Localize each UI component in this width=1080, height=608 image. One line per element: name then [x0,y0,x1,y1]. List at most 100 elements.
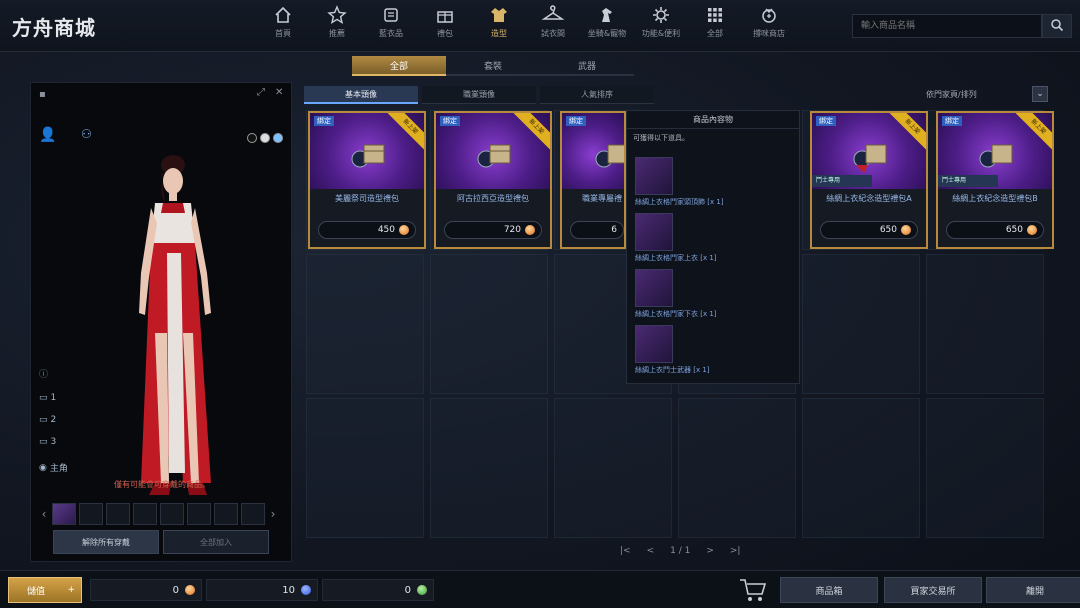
nav-label: 功能&便利 [641,29,681,38]
royal-crystal-icon [185,585,195,595]
background-color-options [247,133,283,143]
product-box-button[interactable]: 商品箱 [780,577,878,603]
first-page-button[interactable]: |< [620,546,631,556]
product-card[interactable]: 綁定 新上架 美麗祭司造型禮包 450 [308,111,426,249]
subtab-basic[interactable]: 基本頭像 [304,86,418,104]
tooltip-title: 商品內容物 [627,111,799,129]
content-item: 絲綢上衣格鬥家上衣 [x 1] [635,213,795,263]
nav-function[interactable]: 功能&便利 [634,4,688,46]
package-icon [853,144,887,173]
nav-mokoko-shop[interactable]: 撐咪商店 [742,4,796,46]
nav-items[interactable]: 藍衣品 [364,4,418,46]
equipment-slot[interactable] [79,503,103,525]
character-view-icon[interactable]: 👤 [39,127,56,143]
preview-hint: 僅有可能會可穿戴的商品。 [114,480,210,489]
empty-grid-cell [926,254,1044,394]
chevron-down-icon[interactable]: ⌄ [1032,86,1048,102]
sort-dropdown[interactable]: 依門家頁/排列 [920,86,1048,102]
nav-outfit[interactable]: 造型 [472,4,526,46]
product-card[interactable]: 綁定 新上架 阿古拉西亞造型禮包 720 [434,111,552,249]
tab-all[interactable]: 全部 [352,56,446,76]
content-item: 絲綢上衣格鬥家頭頂飾 [x 1] [635,157,795,207]
pose-view-icon[interactable]: ⚇ [81,127,92,141]
royal-crystal-icon [399,225,409,235]
horse-icon [597,4,617,26]
new-ribbon: 新上架 [384,113,424,153]
new-ribbon: 新上架 [1012,113,1052,153]
unequip-all-button[interactable]: 解除所有穿戴 [53,530,159,554]
equipment-slot[interactable] [187,503,211,525]
product-card[interactable]: 綁定 新上架 鬥士專用 絲綢上衣紀念造型禮包A 650 [810,111,928,249]
empty-grid-cell [802,398,920,538]
price-value: 720 [503,225,521,235]
class-tag: 鬥士專用 [938,175,998,187]
currency-value: 0 [404,584,411,596]
bound-badge: 綁定 [566,116,586,126]
slot-icon: ▭ [39,393,48,403]
bottom-armor-icon [635,269,673,307]
bg-blue-option[interactable] [273,133,283,143]
green-coin-icon [417,585,427,595]
page-indicator: 1 / 1 [670,546,691,556]
price-tag: 650 [946,221,1044,239]
main-nav: 首頁 推薦 藍衣品 禮包 造型 試衣間 坐騎&寵物 功能&便利 全部 撐咪商店 [256,4,796,46]
empty-grid-cell [430,254,548,394]
exit-button[interactable]: 離開 [986,577,1080,603]
nav-all[interactable]: 全部 [688,4,742,46]
last-page-button[interactable]: >| [730,546,741,556]
charge-button[interactable]: 儲值 + [8,577,82,603]
product-card[interactable]: 綁定 新上架 鬥士專用 絲綢上衣紀念造型禮包B 650 [936,111,1054,249]
expand-icon[interactable]: ⤢ [257,87,265,98]
slot-3[interactable]: ▭ 3 [39,437,56,447]
close-icon[interactable]: ✕ [275,87,283,98]
nav-gift[interactable]: 禮包 [418,4,472,46]
exchange-button[interactable]: 買家交易所 [884,577,982,603]
search-button[interactable] [1042,14,1072,38]
slot-2[interactable]: ▭ 2 [39,415,56,425]
bound-badge: 綁定 [816,116,836,126]
main-character-slot[interactable]: ◉ 主角 [39,461,68,475]
next-page-button[interactable]: > [706,546,714,556]
royal-crystal-icon [525,225,535,235]
info-icon[interactable]: ⓘ [39,367,48,380]
price-value: 650 [879,225,897,235]
subtab-popular[interactable]: 人氣排序 [540,86,654,104]
equipment-slot[interactable] [160,503,184,525]
add-all-button[interactable]: 全部加入 [163,530,269,554]
cart-icon[interactable] [738,577,768,606]
nav-home[interactable]: 首頁 [256,4,310,46]
equipment-slot[interactable] [106,503,130,525]
new-ribbon: 新上架 [886,113,926,153]
content-item: 絲綢上衣鬥士武器 [x 1] [635,325,795,375]
tab-sets[interactable]: 套裝 [446,56,540,76]
tab-weapons[interactable]: 武器 [540,56,634,76]
character-preview-panel: ▪ ⤢ ✕ 👤 ⚇ ⓘ ▭ 1 ▭ 2 ▭ 3 ◉ 主角 僅有可能會可穿戴的商品。 ‹ [30,82,292,562]
panel-menu-icon[interactable]: ▪ [39,89,46,100]
nav-mount-pet[interactable]: 坐騎&寵物 [580,4,634,46]
content-item-label: 絲綢上衣鬥士武器 [x 1] [635,366,710,374]
blue-crystal-icon [301,585,311,595]
product-image: 綁定 新上架 [310,113,424,189]
nav-recommend[interactable]: 推薦 [310,4,364,46]
slot-1[interactable]: ▭ 1 [39,393,56,403]
bg-dark-option[interactable] [247,133,257,143]
slots-prev-arrow[interactable]: ‹ [39,507,49,521]
bg-light-option[interactable] [260,133,270,143]
nav-label: 撐咪商店 [753,29,785,38]
equipment-slot[interactable] [241,503,265,525]
product-card[interactable]: 綁定 職業專屬禮 6 [560,111,626,249]
subtab-class[interactable]: 職業頭像 [422,86,536,104]
search-input[interactable] [853,15,1041,37]
nav-fitting-room[interactable]: 試衣間 [526,4,580,46]
green-coin-balance: 0 [322,579,434,601]
package-contents-tooltip: 商品內容物 可獲得以下道具。 絲綢上衣格鬥家頭頂飾 [x 1] 絲綢上衣格鬥家上… [626,110,800,384]
prev-page-button[interactable]: < [647,546,655,556]
search-box [852,14,1042,38]
content-item-label: 絲綢上衣格鬥家上衣 [x 1] [635,254,717,262]
empty-grid-cell [306,398,424,538]
equipment-slot[interactable] [133,503,157,525]
price-tag: 6 [570,221,624,239]
slots-next-arrow[interactable]: › [268,507,278,521]
equipment-slot[interactable] [52,503,76,525]
equipment-slot[interactable] [214,503,238,525]
